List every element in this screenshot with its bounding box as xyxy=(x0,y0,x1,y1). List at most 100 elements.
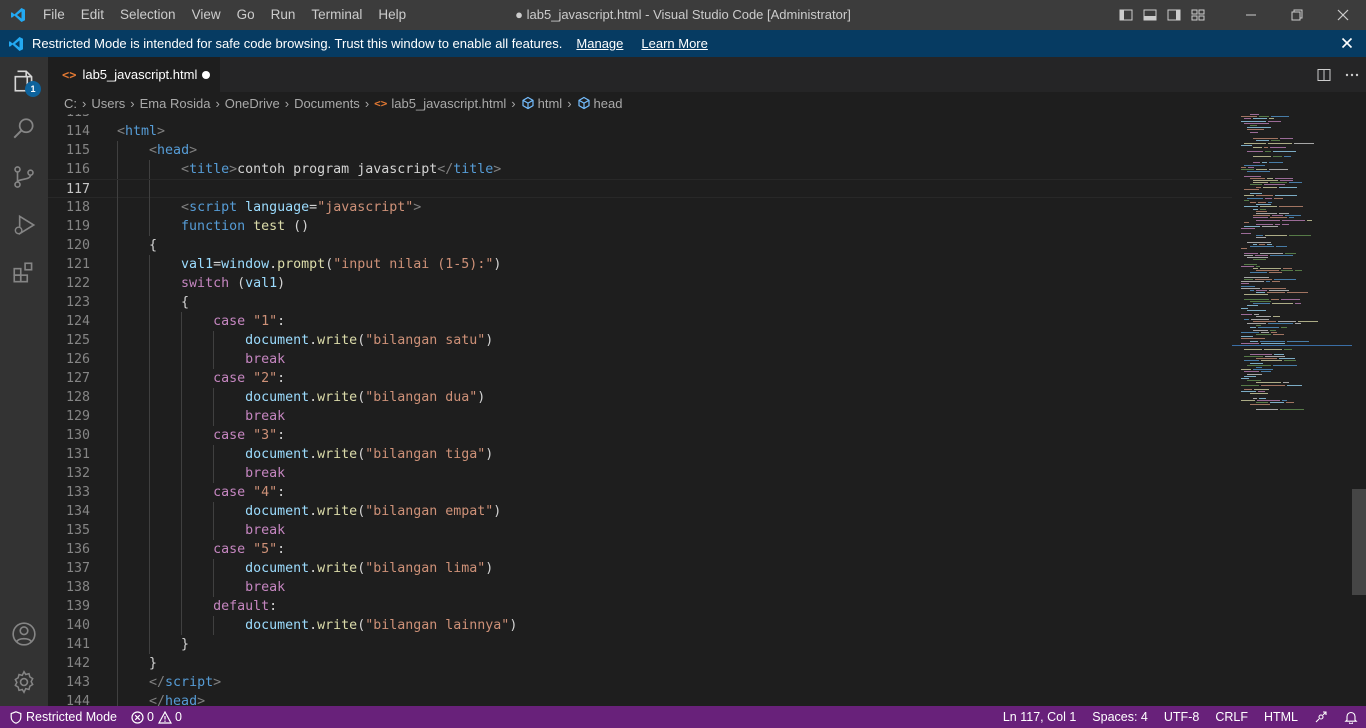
menu-item-go[interactable]: Go xyxy=(229,0,263,30)
restore-button[interactable] xyxy=(1274,0,1320,30)
breadcrumb-symbol-html[interactable]: html xyxy=(521,96,562,111)
menu-item-selection[interactable]: Selection xyxy=(112,0,184,30)
code-line[interactable]: 113 xyxy=(48,114,1232,122)
line-number: 144 xyxy=(65,694,90,706)
minimap-line xyxy=(1286,402,1294,404)
code-line[interactable]: 129 break xyxy=(48,407,1232,426)
code-editor[interactable]: 113114<html>115 <head>116 <title>contoh … xyxy=(48,114,1366,706)
code-line[interactable]: 142 } xyxy=(48,654,1232,673)
encoding-status[interactable]: UTF-8 xyxy=(1156,706,1207,728)
code-line[interactable]: 128 document.write("bilangan dua") xyxy=(48,388,1232,407)
menu-item-run[interactable]: Run xyxy=(263,0,304,30)
breadcrumb-item[interactable]: OneDrive xyxy=(225,96,280,111)
eol-status[interactable]: CRLF xyxy=(1207,706,1256,728)
code-token: "5" xyxy=(253,542,278,557)
code-line[interactable]: 122 switch (val1) xyxy=(48,274,1232,293)
vscode-logo-icon xyxy=(0,36,32,52)
code-line[interactable]: 131 document.write("bilangan tiga") xyxy=(48,445,1232,464)
toggle-secondary-sidebar-icon[interactable] xyxy=(1162,0,1186,30)
customize-layout-icon[interactable] xyxy=(1186,0,1210,30)
breadcrumb-symbol-head[interactable]: head xyxy=(577,96,622,111)
minimap-line xyxy=(1241,391,1256,393)
split-editor-icon[interactable] xyxy=(1310,57,1338,92)
code-line[interactable]: 125 document.write("bilangan satu") xyxy=(48,331,1232,350)
minimize-button[interactable] xyxy=(1228,0,1274,30)
extensions-icon[interactable] xyxy=(0,249,48,297)
code-line[interactable]: 117 xyxy=(48,179,1232,199)
code-line[interactable]: 116 <title>contoh program javascript</ti… xyxy=(48,160,1232,179)
restricted-mode-status[interactable]: Restricted Mode xyxy=(0,706,126,728)
code-line[interactable]: 126 break xyxy=(48,350,1232,369)
menu-item-help[interactable]: Help xyxy=(370,0,414,30)
code-line[interactable]: 121 val1=window.prompt("input nilai (1-5… xyxy=(48,255,1232,274)
code-line[interactable]: 130 case "3": xyxy=(48,426,1232,445)
run-debug-icon[interactable] xyxy=(0,201,48,249)
manage-link[interactable]: Manage xyxy=(576,36,623,51)
settings-gear-icon[interactable] xyxy=(0,658,48,706)
code-line[interactable]: 132 break xyxy=(48,464,1232,483)
code-line[interactable]: 127 case "2": xyxy=(48,369,1232,388)
cursor-position[interactable]: Ln 117, Col 1 xyxy=(995,706,1084,728)
toggle-panel-icon[interactable] xyxy=(1138,0,1162,30)
tab-lab5-javascript[interactable]: <> lab5_javascript.html xyxy=(48,57,220,92)
code-line[interactable]: 135 break xyxy=(48,521,1232,540)
language-mode-status[interactable]: HTML xyxy=(1256,706,1306,728)
code-line[interactable]: 134 document.write("bilangan empat") xyxy=(48,502,1232,521)
code-line[interactable]: 144 </head> xyxy=(48,692,1232,706)
notifications-bell-icon[interactable] xyxy=(1336,706,1366,728)
code-line[interactable]: 141 } xyxy=(48,635,1232,654)
code-line[interactable]: 133 case "4": xyxy=(48,483,1232,502)
files-icon[interactable]: 1 xyxy=(0,57,48,105)
breadcrumb-item[interactable]: Ema Rosida xyxy=(140,96,211,111)
code-line[interactable]: 118 <script language="javascript"> xyxy=(48,198,1232,217)
code-line[interactable]: 139 default: xyxy=(48,597,1232,616)
menu-item-terminal[interactable]: Terminal xyxy=(303,0,370,30)
code-line[interactable]: 138 break xyxy=(48,578,1232,597)
breadcrumb-item[interactable]: Users xyxy=(91,96,125,111)
minimap-line xyxy=(1244,349,1262,351)
minimap[interactable] xyxy=(1232,114,1352,414)
minimap-line xyxy=(1253,268,1258,269)
close-icon[interactable] xyxy=(1338,34,1356,52)
feedback-icon[interactable] xyxy=(1306,706,1336,728)
indentation-status[interactable]: Spaces: 4 xyxy=(1084,706,1156,728)
editor-scrollbar[interactable] xyxy=(1352,489,1366,595)
learn-more-link[interactable]: Learn More xyxy=(641,36,707,51)
code-line[interactable]: 124 case "1": xyxy=(48,312,1232,331)
chevron-right-icon: › xyxy=(130,95,135,111)
problems-status[interactable]: 0 0 xyxy=(125,706,188,728)
breadcrumb-item[interactable]: Documents xyxy=(294,96,360,111)
minimap-line xyxy=(1271,331,1277,333)
menu-item-edit[interactable]: Edit xyxy=(73,0,112,30)
code-line[interactable]: 136 case "5": xyxy=(48,540,1232,559)
breadcrumb-item[interactable]: C: xyxy=(64,96,77,111)
code-line[interactable]: 143 </script> xyxy=(48,673,1232,692)
source-control-icon[interactable] xyxy=(0,153,48,201)
minimap-line xyxy=(1241,336,1253,338)
menu-item-file[interactable]: File xyxy=(35,0,73,30)
close-window-button[interactable] xyxy=(1320,0,1366,30)
toggle-primary-sidebar-icon[interactable] xyxy=(1114,0,1138,30)
minimap-line xyxy=(1256,270,1279,272)
code-text: <head> xyxy=(117,141,197,160)
code-line[interactable]: 140 document.write("bilangan lainnya") xyxy=(48,616,1232,635)
minimap-line xyxy=(1289,217,1294,219)
code-line[interactable]: 123 { xyxy=(48,293,1232,312)
breadcrumb-file[interactable]: <> lab5_javascript.html xyxy=(374,96,506,111)
code-line[interactable]: 119 function test () xyxy=(48,217,1232,236)
code-line[interactable]: 115 <head> xyxy=(48,141,1232,160)
code-line[interactable]: 120 { xyxy=(48,236,1232,255)
unsaved-dot-icon[interactable] xyxy=(202,71,210,79)
code-token: break xyxy=(245,523,286,538)
more-actions-icon[interactable] xyxy=(1338,57,1366,92)
symbol-field-icon xyxy=(577,96,591,110)
account-icon[interactable] xyxy=(0,610,48,658)
minimap-line xyxy=(1256,204,1271,206)
code-line[interactable]: 137 document.write("bilangan lima") xyxy=(48,559,1232,578)
code-line[interactable]: 114 <html> xyxy=(48,122,1232,141)
minimap-line xyxy=(1279,358,1295,360)
menu-item-view[interactable]: View xyxy=(184,0,229,30)
indent-guide xyxy=(117,180,118,199)
search-icon[interactable] xyxy=(0,105,48,153)
minimap-line xyxy=(1247,171,1270,173)
